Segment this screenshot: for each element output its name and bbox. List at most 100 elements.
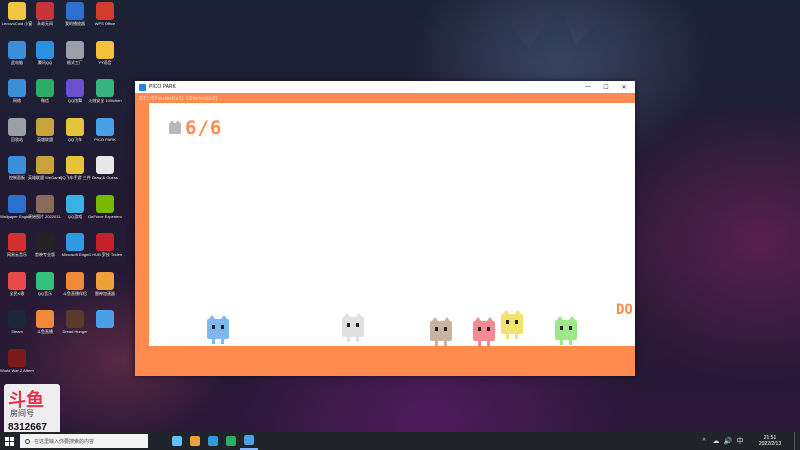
desktop-icon[interactable]: Dread Hunger <box>58 310 92 334</box>
taskbar-app[interactable] <box>222 432 240 450</box>
desktop-icon[interactable]: 永劫无间 <box>28 2 62 26</box>
cat-leg <box>221 339 224 344</box>
desktop-icon[interactable]: QQ飞车 <box>58 117 92 142</box>
wps-icon <box>96 2 114 20</box>
desktop-icon-label: 剪映专业版 <box>35 252 55 257</box>
desktop-icon[interactable] <box>88 310 122 329</box>
desktop-icon[interactable]: 剪映专业版 <box>28 233 62 257</box>
minimize-button[interactable]: — <box>581 81 595 93</box>
draw-icon <box>96 156 114 174</box>
desktop-icon[interactable]: 英雄联盟 WeGame版 <box>28 156 62 180</box>
desktop-icon[interactable]: 腾讯QQ <box>28 40 62 65</box>
start-button[interactable] <box>0 432 18 450</box>
cat-leg <box>435 341 438 346</box>
desktop-icon[interactable]: QQ飞车手游 三件 <box>58 156 92 180</box>
desktop-icon[interactable]: 原始图片 2022011... <box>28 194 62 219</box>
steam-icon <box>8 310 26 328</box>
wallpaper-icon <box>8 194 26 213</box>
app-icon <box>96 310 114 328</box>
network-icon <box>8 79 26 97</box>
pico-park-icon <box>244 435 254 445</box>
desktop-icon[interactable]: PICO PARK <box>88 117 122 142</box>
hud-info-text: ST1:0Fwrlnd(e1) 1Sbrlnd(e2) <box>139 96 218 102</box>
computer-icon <box>8 40 26 59</box>
qq-music-icon <box>36 271 54 290</box>
cat-leg <box>569 340 572 345</box>
nvidia-icon <box>96 194 114 213</box>
desktop-icon[interactable]: 雷神加速器 <box>88 271 122 296</box>
wechat-icon <box>36 79 54 97</box>
desktop-icon-label: QQ飞车 <box>67 136 83 142</box>
desktop-icon-label: QQ炫舞 <box>67 98 83 103</box>
steam-icon <box>172 436 182 446</box>
floor <box>135 346 635 376</box>
left-wall <box>135 103 149 346</box>
taskbar-app[interactable] <box>204 432 222 450</box>
desktop-icon[interactable]: 微信 <box>28 79 62 103</box>
tray-icon[interactable]: 🔊 <box>722 432 734 450</box>
cat-leg <box>506 334 509 339</box>
cat-eye <box>560 326 563 330</box>
desktop-icon[interactable]: GeForce Experience <box>88 194 122 219</box>
dread-hunger-icon <box>66 310 84 328</box>
taskbar-app[interactable] <box>168 432 186 450</box>
desktop-icon[interactable]: 我的播放器 <box>58 2 92 26</box>
pico-park-window[interactable]: PICO PARK — ☐ ✕ ST1:0Fwrlnd(e1) 1Sbrlnd(… <box>135 81 635 376</box>
desktop-icon[interactable]: World War Z Aftermath <box>0 348 34 373</box>
desktop-icon-label: PICO PARK <box>94 136 116 142</box>
player-count: 6/6 <box>185 117 223 139</box>
taskbar-app[interactable] <box>240 432 258 450</box>
folder-icon <box>8 2 26 20</box>
lol-icon <box>36 117 54 136</box>
show-desktop-button[interactable] <box>794 432 800 450</box>
desktop-icon[interactable]: 格式工厂 <box>58 40 92 65</box>
qq-icon <box>36 40 54 59</box>
tray-icon[interactable]: 中 <box>734 432 746 450</box>
maximize-button[interactable]: ☐ <box>599 81 613 93</box>
desktop-icon-label: 格式工厂 <box>67 59 83 65</box>
desktop-icon[interactable]: 斗鱼直播 <box>28 310 62 334</box>
clock[interactable]: 21:51 2022/2/13 <box>746 435 794 447</box>
taskbar-apps <box>168 432 258 450</box>
taskbar-search[interactable]: 在这里输入你要搜索的内容 <box>20 434 148 448</box>
game-play-area[interactable] <box>149 103 635 346</box>
taskbar-app[interactable] <box>186 432 204 450</box>
desktop-icon-label: Microsoft Edge <box>61 252 89 257</box>
cat-leg <box>356 337 359 342</box>
desktop-icon[interactable]: Microsoft Edge <box>58 233 92 257</box>
window-titlebar[interactable]: PICO PARK — ☐ ✕ <box>135 81 635 93</box>
factory-icon <box>66 40 84 59</box>
cat-eye <box>212 325 215 329</box>
desktop-icon-label: QQ游戏 <box>67 213 83 219</box>
cat-eye <box>487 327 490 331</box>
desktop-icon-label: WPS Office <box>94 21 116 26</box>
desktop-icon-label: QQ音乐 <box>37 290 53 296</box>
desktop-icon[interactable]: 斗鱼直播伴侣 <box>58 271 92 296</box>
stream-watermark: 斗鱼 房间号 8312667 <box>4 384 60 436</box>
desktop-icon[interactable]: 英雄联盟 <box>28 117 62 142</box>
cat-eye <box>569 326 572 330</box>
desktop-icon[interactable]: Draw & Guess <box>88 156 122 180</box>
tray-icon[interactable]: ☁ <box>710 432 722 450</box>
desktop-icon-label: 微信 <box>41 98 49 103</box>
wechat-icon <box>226 436 236 446</box>
window-title: PICO PARK <box>149 84 176 90</box>
desktop-icon[interactable]: QQ音乐 <box>28 271 62 296</box>
desktop-icon[interactable]: 火绒安全 100ichen <box>88 79 122 103</box>
desktop-icon-label: 火绒安全 100ichen <box>88 98 122 103</box>
desktop-icon[interactable]: G HUB 罗技 Trident <box>88 233 122 257</box>
player-cat <box>555 316 577 345</box>
tray-icon[interactable]: ^ <box>698 432 710 450</box>
search-icon <box>25 438 30 444</box>
recycle-bin-icon <box>8 117 26 136</box>
desktop-icon[interactable]: YY语音 <box>88 40 122 65</box>
desktop-icon[interactable]: QQ游戏 <box>58 194 92 219</box>
cat-leg <box>347 337 350 342</box>
close-button[interactable]: ✕ <box>617 81 631 93</box>
lol-icon <box>36 156 54 174</box>
desktop-icon[interactable]: WPS Office <box>88 2 122 26</box>
desktop-icon[interactable]: QQ炫舞 <box>58 79 92 103</box>
player-counter: 6/6 <box>169 117 222 139</box>
cat-leg <box>560 340 563 345</box>
player-cat <box>342 313 364 342</box>
